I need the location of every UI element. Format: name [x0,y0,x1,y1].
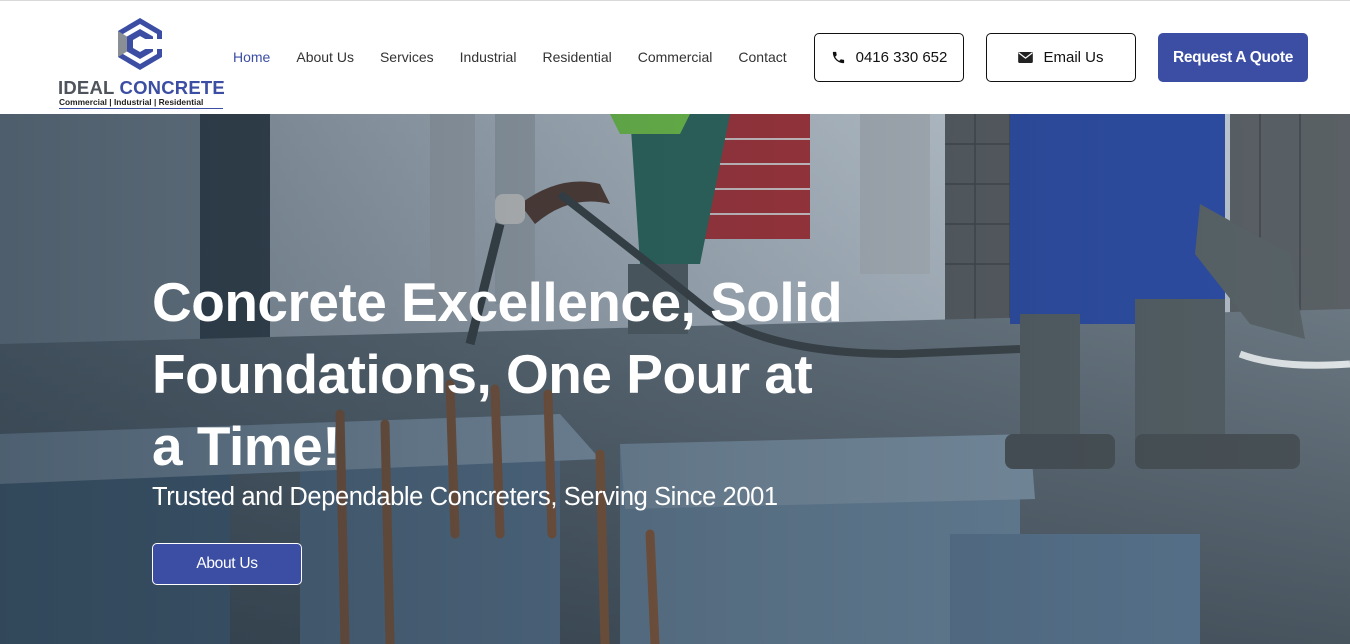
hero-title-line-2: Foundations, One Pour at [152,343,813,405]
main-nav: Home About Us Services Industrial Reside… [233,47,787,67]
phone-button-label: 0416 330 652 [855,49,948,66]
hero-subtitle: Trusted and Dependable Concreters, Servi… [152,483,778,511]
hero-title-line-1: Concrete Excellence, Solid [152,271,843,333]
phone-icon [832,51,844,64]
nav-item-commercial[interactable]: Commercial [638,49,713,65]
nav-item-industrial[interactable]: Industrial [460,49,517,65]
logo-word-concrete: CONCRETE [119,77,225,98]
envelope-icon [1018,52,1034,63]
logo-word-ideal: IDEAL [58,77,115,98]
hero-title-line-3: a Time! [152,415,341,477]
hero-about-us-button[interactable]: About Us [152,543,302,585]
nav-item-services[interactable]: Services [380,49,434,65]
hero-title: Concrete Excellence, Solid Foundations, … [152,266,872,482]
nav-item-about-us[interactable]: About Us [296,49,354,65]
logo-tagline: Commercial | Industrial | Residential [59,97,223,109]
nav-item-residential[interactable]: Residential [542,49,611,65]
email-button-label: Email Us [1043,49,1104,66]
logo-hexagon-icon [118,18,164,70]
nav-item-home[interactable]: Home [233,49,270,65]
hero-section: Concrete Excellence, Solid Foundations, … [0,114,1350,644]
request-quote-button[interactable]: Request A Quote [1158,33,1308,82]
phone-button[interactable]: 0416 330 652 [814,33,964,82]
logo[interactable]: IDEAL CONCRETE Commercial | Industrial |… [58,17,225,109]
logo-wordmark: IDEAL CONCRETE [58,77,225,99]
site-header: IDEAL CONCRETE Commercial | Industrial |… [0,0,1350,114]
nav-item-contact[interactable]: Contact [738,49,786,65]
email-button[interactable]: Email Us [986,33,1136,82]
